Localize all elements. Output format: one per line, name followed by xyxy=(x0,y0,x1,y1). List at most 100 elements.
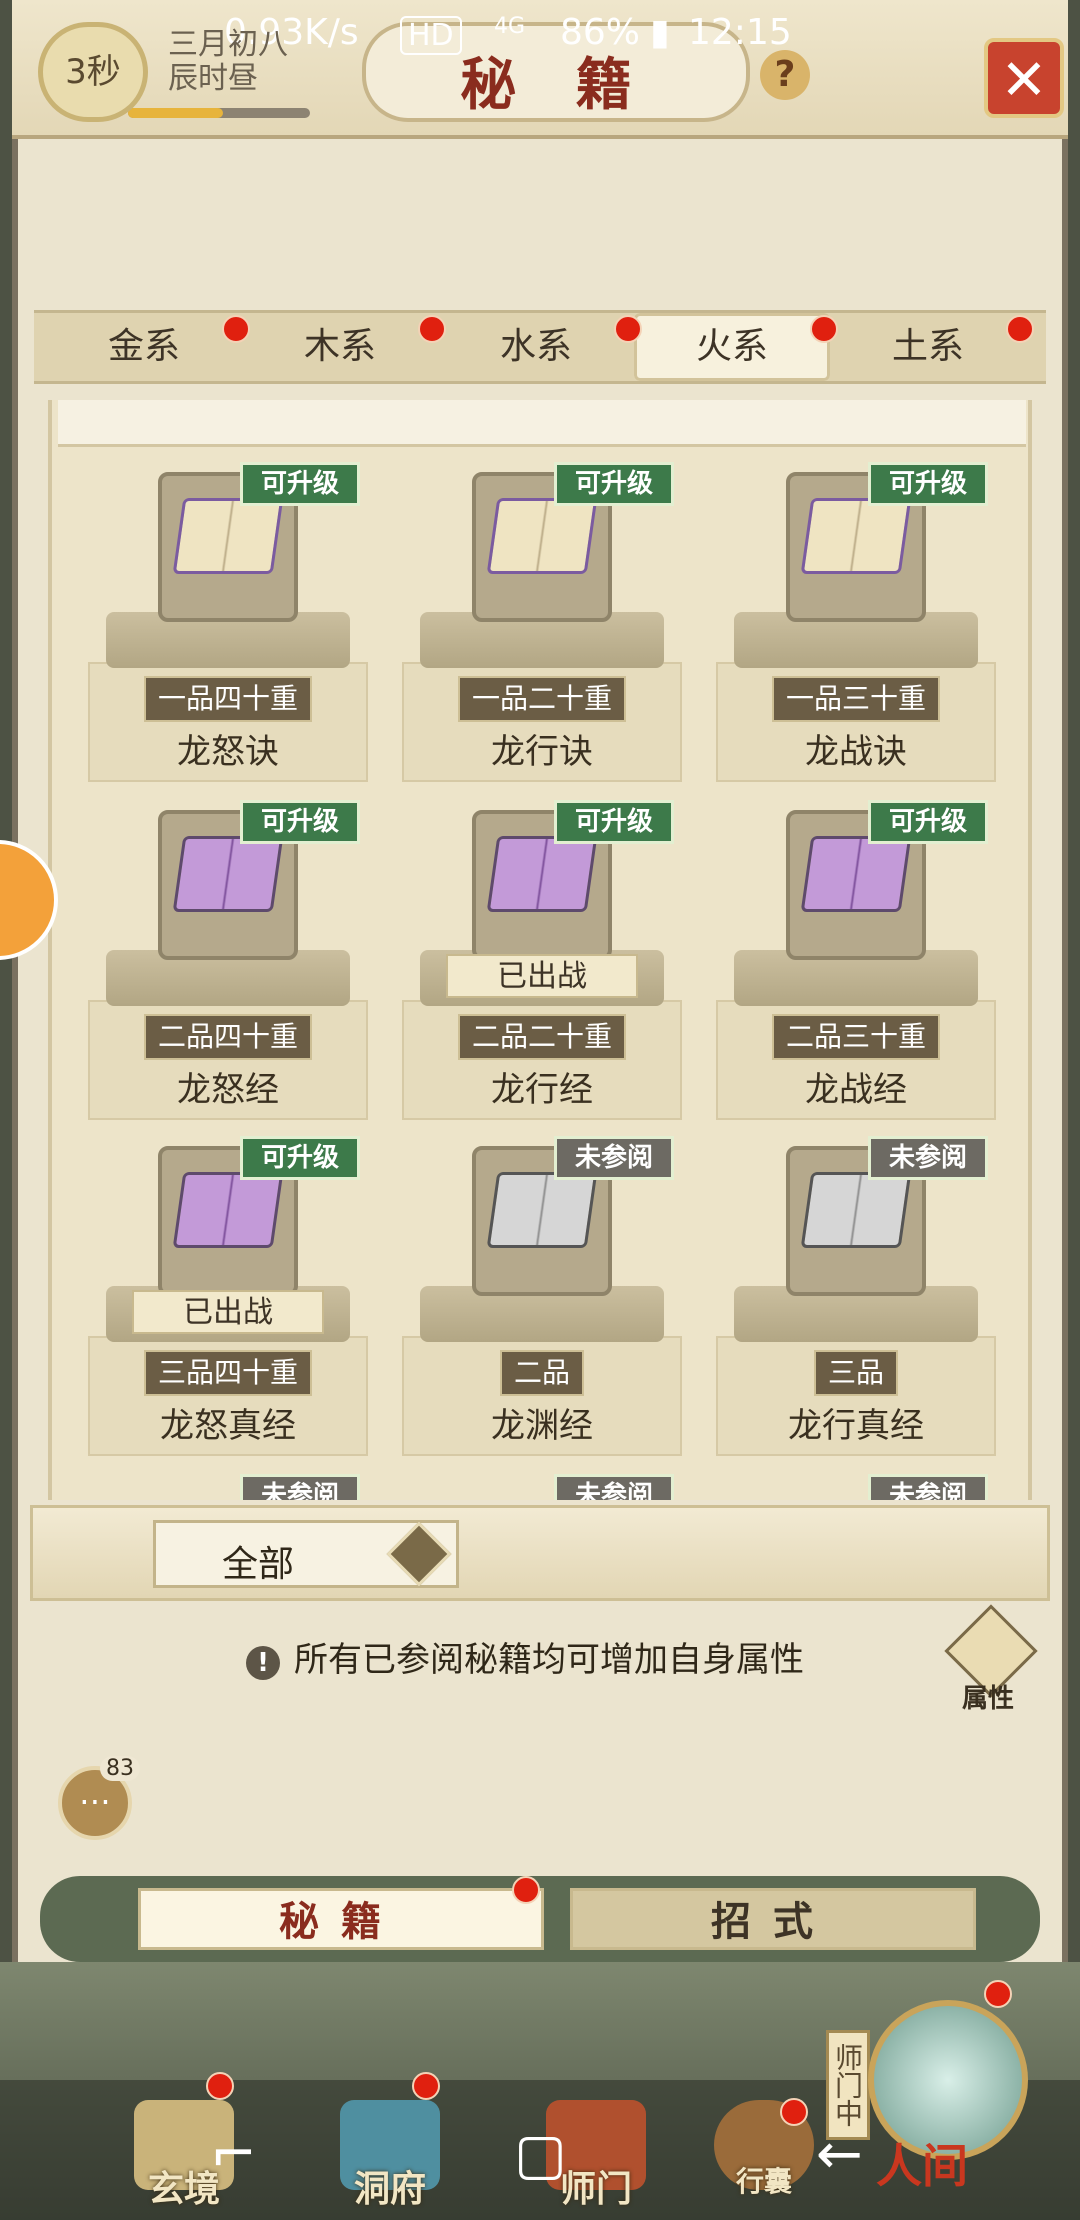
grade-text: 一品三十重 xyxy=(771,676,940,722)
manual-card[interactable]: 可升级 一品二十重 龙行诀 xyxy=(400,462,684,782)
notification-dot xyxy=(512,1876,540,1904)
back-icon[interactable]: ← xyxy=(816,2122,863,2187)
manual-name: 龙行诀 xyxy=(491,732,593,772)
book-icon xyxy=(800,836,912,912)
notification-dot xyxy=(222,315,250,343)
lunar-time-text: 辰时昼 xyxy=(168,61,258,96)
book-icon xyxy=(172,1172,284,1248)
attribute-label: 属性 xyxy=(961,1684,1014,1714)
deployed-label: 已出战 xyxy=(132,1290,324,1334)
clock: 12:15 xyxy=(688,12,792,53)
grade-label: 二品 xyxy=(400,1350,684,1396)
grade-text: 三品四十重 xyxy=(143,1350,312,1396)
tab-water[interactable]: 水系 xyxy=(438,313,634,381)
grade-label: 二品三十重 xyxy=(714,1014,998,1060)
manual-name: 龙怒真经 xyxy=(160,1406,296,1446)
notification-dot xyxy=(984,1980,1012,2008)
manual-name: 龙怒诀 xyxy=(177,732,279,772)
tab-moves[interactable]: 招式 xyxy=(570,1888,976,1950)
timer-badge: 3秒 xyxy=(38,22,148,122)
panel-top-edge xyxy=(58,400,1026,447)
manual-name: 龙战经 xyxy=(805,1070,907,1110)
element-tabbar: 金系 木系 水系 火系 土系 xyxy=(34,310,1046,384)
manual-name: 龙战诀 xyxy=(805,732,907,772)
battery-percent: 86% xyxy=(560,12,641,53)
battery-icon: ▮ xyxy=(650,12,670,53)
recent-apps-icon[interactable]: ⌐ xyxy=(210,2122,257,2187)
filter-dropdown[interactable]: 全部 xyxy=(153,1520,459,1588)
info-text: 所有已参阅秘籍均可增加自身属性 xyxy=(294,1640,804,1680)
upgradable-badge: 可升级 xyxy=(240,1136,360,1180)
lower-tabbar: 秘籍 招式 xyxy=(40,1876,1040,1962)
manual-card[interactable]: 可升级 二品三十重 龙战经 xyxy=(714,800,998,1120)
nav-label: 行囊 xyxy=(735,2165,792,2198)
manual-grid-panel[interactable]: 可升级 一品四十重 龙怒诀 可升级 一品二十重 龙行诀 可升级 一品三十重 龙战… xyxy=(48,400,1032,1500)
grade-text: 一品四十重 xyxy=(143,676,312,722)
book-icon xyxy=(486,1172,598,1248)
grade-text: 二品二十重 xyxy=(457,1014,626,1060)
manual-name: 龙行经 xyxy=(491,1070,593,1110)
unread-badge: 未参阅 xyxy=(554,1474,674,1500)
book-icon xyxy=(800,498,912,574)
manual-card[interactable]: 可升级 一品三十重 龙战诀 xyxy=(714,462,998,782)
info-message: ! 所有已参阅秘籍均可增加自身属性 xyxy=(246,1632,804,1681)
upgradable-badge: 可升级 xyxy=(240,462,360,506)
tab-manuals[interactable]: 秘籍 xyxy=(138,1888,544,1950)
deployed-label: 已出战 xyxy=(446,954,638,998)
manual-card[interactable]: 可升级 一品四十重 龙怒诀 xyxy=(86,462,370,782)
unread-badge: 未参阅 xyxy=(868,1136,988,1180)
exclamation-icon: ! xyxy=(246,1646,280,1680)
lunar-date-text: 三月初八 xyxy=(168,27,288,62)
book-icon xyxy=(800,1172,912,1248)
manual-card[interactable]: 可升级 已出战 三品四十重 龙怒真经 xyxy=(86,1136,370,1456)
upgradable-badge: 可升级 xyxy=(240,800,360,844)
book-icon xyxy=(172,498,284,574)
grade-label: 三品四十重 xyxy=(86,1350,370,1396)
grade-text: 二品 xyxy=(499,1350,584,1396)
grade-text: 二品三十重 xyxy=(771,1014,940,1060)
nav-dongfu[interactable]: 洞府 xyxy=(330,2100,450,2212)
tab-metal[interactable]: 金系 xyxy=(46,313,242,381)
status-bar: ▭ 0.93K/s HD 4G 86% ▮ 12:15 xyxy=(0,0,1080,68)
manual-card[interactable]: 未参阅 二品 龙渊经 xyxy=(400,1136,684,1456)
unread-badge: 未参阅 xyxy=(868,1474,988,1500)
grade-label: 一品四十重 xyxy=(86,676,370,722)
grade-label: 三品 xyxy=(714,1350,998,1396)
tab-earth[interactable]: 土系 xyxy=(830,313,1026,381)
upgradable-badge: 可升级 xyxy=(554,462,674,506)
notification-dot xyxy=(206,2072,234,2100)
home-icon[interactable]: ▢ xyxy=(514,2122,567,2187)
unread-badge: 未参阅 xyxy=(554,1136,674,1180)
unread-badge: 未参阅 xyxy=(240,1474,360,1500)
filter-bar: 全部 xyxy=(30,1505,1050,1601)
grade-text: 一品二十重 xyxy=(457,676,626,722)
filter-selected: 全部 xyxy=(222,1544,295,1585)
lunar-date: 三月初八 辰时昼 xyxy=(168,28,288,96)
manual-name: 龙怒经 xyxy=(177,1070,279,1110)
book-icon xyxy=(486,498,598,574)
world-label: 人间 xyxy=(876,2139,968,2193)
time-progress-fill xyxy=(128,108,223,118)
manual-name: 龙渊经 xyxy=(491,1406,593,1446)
manual-name: 龙行真经 xyxy=(788,1406,924,1446)
upgradable-badge: 可升级 xyxy=(868,800,988,844)
manual-card[interactable]: 可升级 已出战 二品二十重 龙行经 xyxy=(400,800,684,1120)
grade-text: 二品四十重 xyxy=(143,1014,312,1060)
attribute-button[interactable]: 属性 xyxy=(944,1604,1038,1714)
tab-fire[interactable]: 火系 xyxy=(634,313,830,381)
signal-type: 4G xyxy=(494,14,526,39)
chat-unread-count: 83 xyxy=(100,1756,140,1781)
upgradable-badge: 可升级 xyxy=(554,800,674,844)
grade-label: 一品二十重 xyxy=(400,676,684,722)
dropdown-arrow-icon xyxy=(386,1521,452,1587)
manual-card[interactable]: 未参阅 三品 龙行真经 xyxy=(714,1136,998,1456)
tab-wood[interactable]: 木系 xyxy=(242,313,438,381)
book-icon xyxy=(172,836,284,912)
grade-text: 三品 xyxy=(813,1350,898,1396)
grade-label: 二品二十重 xyxy=(400,1014,684,1060)
notification-dot xyxy=(614,315,642,343)
grade-label: 一品三十重 xyxy=(714,676,998,722)
manual-card[interactable]: 可升级 二品四十重 龙怒经 xyxy=(86,800,370,1120)
upgradable-badge: 可升级 xyxy=(868,462,988,506)
book-icon xyxy=(486,836,598,912)
